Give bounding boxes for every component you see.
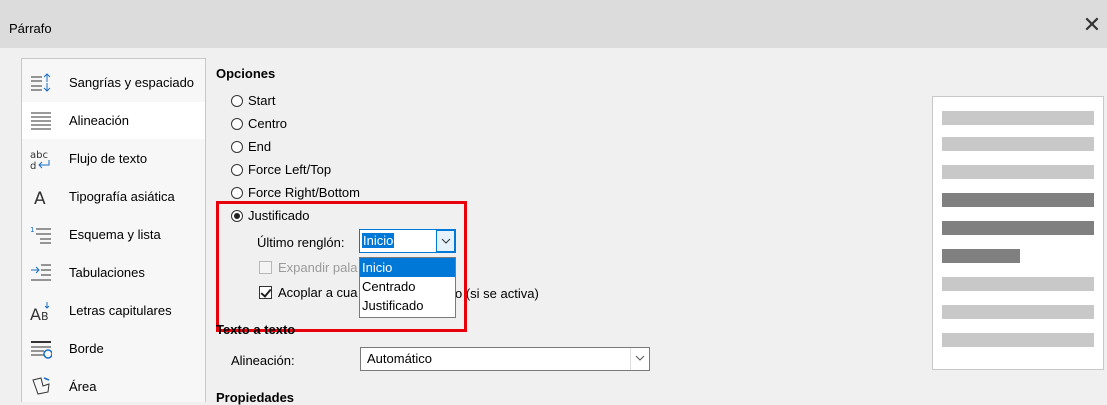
- radio-label: Force Left/Top: [248, 162, 332, 177]
- sidebar-item-alignment[interactable]: Alineación: [22, 102, 205, 139]
- dropdown-option[interactable]: Centrado: [360, 277, 455, 296]
- last-line-select[interactable]: Inicio: [359, 229, 456, 253]
- area-icon: [32, 377, 50, 395]
- radio-label: Justificado: [248, 208, 310, 223]
- svg-text:1: 1: [30, 226, 34, 234]
- svg-text:A: A: [30, 305, 41, 322]
- sidebar-item-text-flow[interactable]: abc d Flujo de texto: [22, 140, 205, 177]
- align-justify-icon: [31, 112, 51, 130]
- options-heading: Opciones: [216, 66, 276, 81]
- tabs-icon: [31, 264, 51, 281]
- radio-button[interactable]: [231, 140, 243, 153]
- checkbox-label: Acoplar a cua: [278, 285, 358, 300]
- last-line-value: Inicio: [362, 233, 395, 248]
- sidebar-item-label: Alineación: [69, 113, 129, 128]
- radio-justified[interactable]: Justificado: [231, 208, 309, 223]
- radio-label: Force Right/Bottom: [248, 185, 360, 200]
- chevron-down-icon[interactable]: [630, 348, 649, 370]
- radio-end[interactable]: End: [231, 139, 271, 154]
- radio-button[interactable]: [231, 117, 243, 130]
- radio-button[interactable]: [231, 186, 243, 199]
- sidebar-item-label: Borde: [69, 341, 104, 356]
- outline-list-icon: 1: [30, 226, 51, 244]
- radio-center[interactable]: Centro: [231, 116, 287, 131]
- sidebar: Sangrías y espaciado Alineación abc d Fl…: [21, 58, 206, 402]
- radio-button[interactable]: [231, 163, 243, 176]
- sidebar-item-asian-typography[interactable]: A Tipografía asiática: [22, 178, 205, 215]
- sidebar-item-label: Letras capitulares: [69, 303, 172, 318]
- asian-typography-icon: A: [34, 189, 46, 208]
- sidebar-item-area[interactable]: Área: [22, 368, 205, 405]
- sidebar-item-drop-caps[interactable]: A B Letras capitulares: [22, 292, 205, 329]
- close-icon[interactable]: ✕: [1081, 14, 1103, 36]
- alignment-value: Automático: [367, 351, 433, 366]
- expand-single-word-checkbox[interactable]: Expandir pala: [259, 260, 358, 275]
- sidebar-item-label: Tabulaciones: [69, 265, 145, 280]
- snap-label-suffix: o (si se activa): [455, 286, 539, 301]
- sidebar-item-tabs[interactable]: Tabulaciones: [22, 254, 205, 291]
- radio-force-left-top[interactable]: Force Left/Top: [231, 162, 331, 177]
- radio-force-right-bottom[interactable]: Force Right/Bottom: [231, 185, 360, 200]
- sidebar-item-label: Flujo de texto: [69, 151, 148, 166]
- sidebar-item-label: Esquema y lista: [69, 227, 161, 242]
- properties-heading: Propiedades: [216, 390, 295, 405]
- last-line-label: Último renglón:: [257, 235, 345, 250]
- border-icon: [31, 341, 52, 359]
- dialog-content: Sangrías y espaciado Alineación abc d Fl…: [0, 48, 1107, 405]
- checkbox-label: Expandir pala: [278, 260, 358, 275]
- sidebar-item-label: Área: [69, 379, 97, 394]
- radio-button[interactable]: [231, 209, 243, 222]
- alignment-preview: [932, 96, 1104, 370]
- indent-spacing-icon: [31, 73, 51, 92]
- radio-label: Centro: [248, 116, 288, 131]
- svg-text:d: d: [30, 161, 36, 170]
- sidebar-item-indents[interactable]: Sangrías y espaciado: [22, 64, 205, 101]
- checkbox-box[interactable]: [259, 286, 272, 299]
- radio-label: End: [248, 139, 272, 154]
- text-flow-icon: abc d: [30, 150, 50, 170]
- drop-caps-icon: A B: [30, 302, 50, 322]
- alignment-select[interactable]: Automático: [360, 347, 650, 371]
- checkbox-box[interactable]: [259, 261, 272, 274]
- dropdown-option[interactable]: Inicio: [360, 258, 455, 277]
- dialog-titlebar: Párrafo ✕: [0, 0, 1107, 48]
- sidebar-item-outline-list[interactable]: 1 Esquema y lista: [22, 216, 205, 253]
- chevron-down-icon[interactable]: [436, 230, 455, 252]
- alignment-label: Alineación:: [231, 353, 295, 368]
- radio-button[interactable]: [231, 94, 243, 107]
- svg-text:B: B: [41, 310, 49, 322]
- last-line-dropdown-list: Inicio Centrado Justificado: [359, 257, 456, 318]
- svg-text:A: A: [34, 189, 46, 208]
- sidebar-item-label: Tipografía asiática: [69, 189, 175, 204]
- sidebar-item-label: Sangrías y espaciado: [69, 75, 195, 90]
- snap-to-grid-checkbox[interactable]: Acoplar a cua: [259, 285, 358, 300]
- dropdown-option[interactable]: Justificado: [360, 296, 455, 315]
- radio-label: Start: [248, 93, 276, 108]
- radio-start[interactable]: Start: [231, 93, 275, 108]
- text-to-text-heading: Texto a texto: [216, 322, 296, 337]
- dialog-title: Párrafo: [9, 21, 52, 36]
- sidebar-item-border[interactable]: Borde: [22, 330, 205, 367]
- svg-text:abc: abc: [30, 150, 48, 161]
